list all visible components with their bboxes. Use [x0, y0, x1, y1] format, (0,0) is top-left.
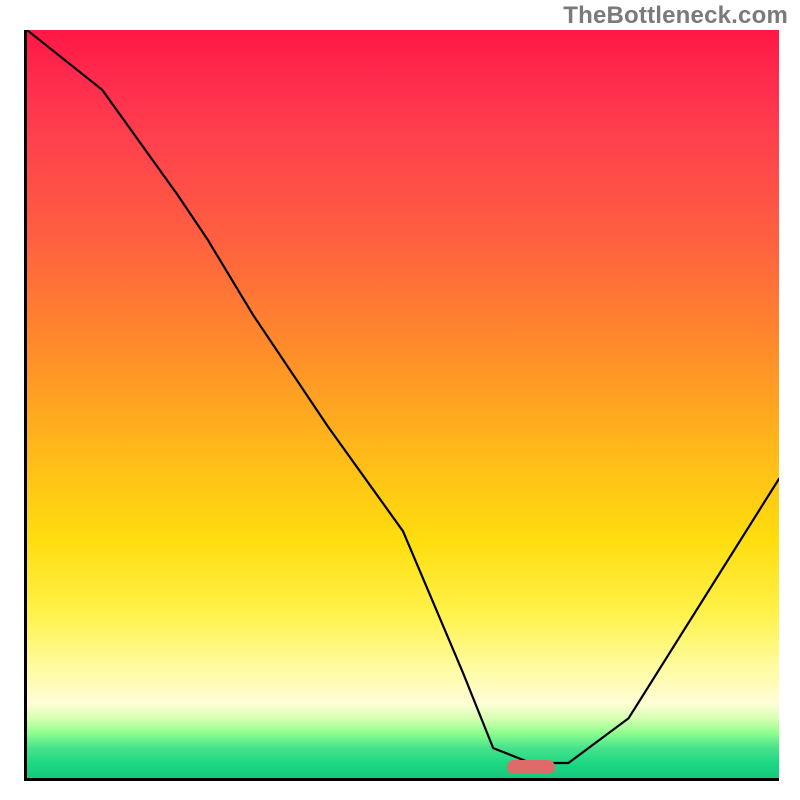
optimal-marker — [507, 760, 555, 774]
watermark-text: TheBottleneck.com — [563, 2, 788, 30]
chart-container: TheBottleneck.com — [0, 0, 800, 800]
bottleneck-curve — [27, 30, 779, 778]
plot-area — [24, 30, 779, 781]
